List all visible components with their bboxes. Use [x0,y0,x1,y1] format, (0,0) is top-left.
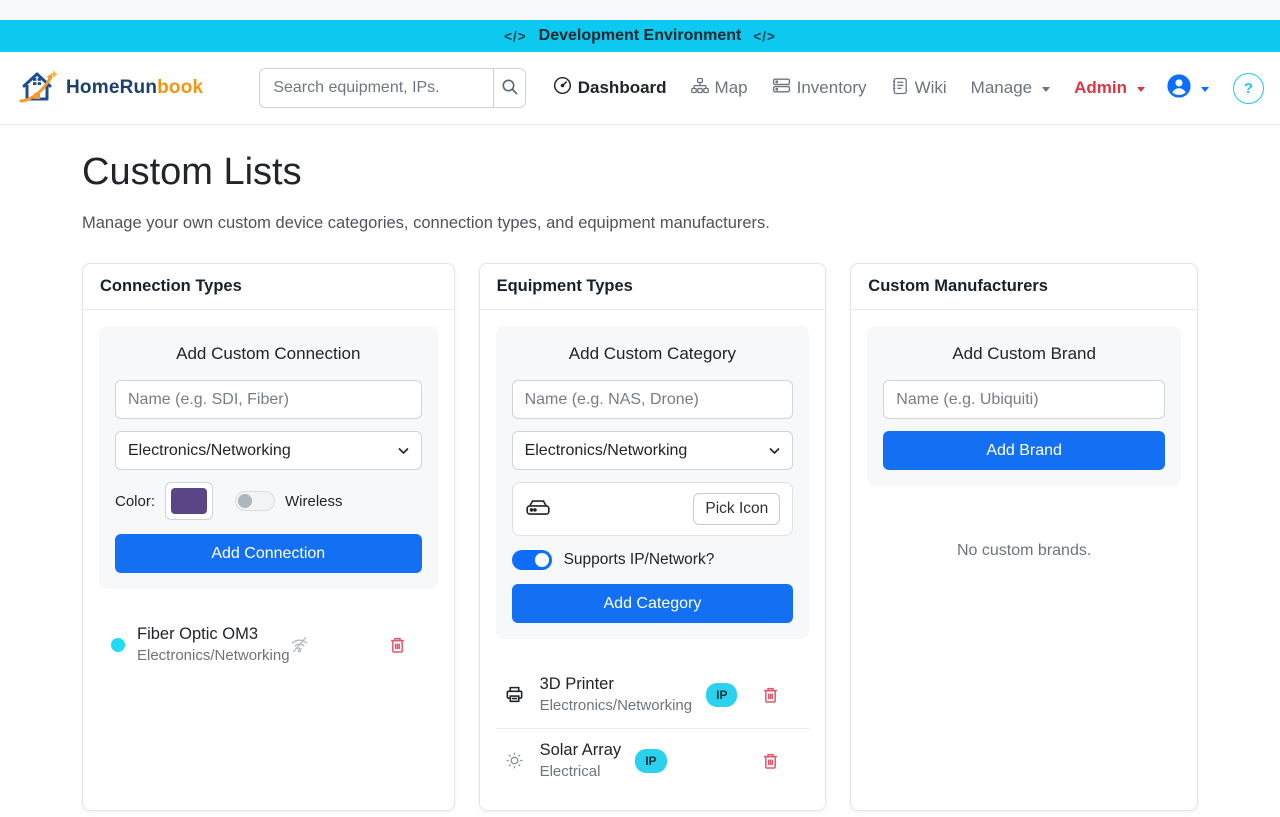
connection-name: Fiber Optic OM3 [137,625,290,644]
page-title: Custom Lists [82,151,1198,194]
connection-color-picker[interactable] [165,482,213,520]
connection-name-input[interactable] [115,380,422,419]
speedometer-icon [553,76,572,100]
search-input[interactable] [259,68,493,108]
form-title: Add Custom Category [512,344,794,364]
equipment-name: Solar Array [540,741,622,760]
chevron-down-icon [1042,87,1050,92]
stack-icon [772,76,791,100]
page-subtitle: Manage your own custom device categories… [82,214,1198,233]
chevron-down-icon [398,442,409,460]
no-brands-text: No custom brands. [867,542,1181,560]
navbar-search [259,68,526,108]
navbar: HomeRunbook Dashboard [0,52,1280,125]
add-connection-button[interactable]: Add Connection [115,534,422,573]
connection-types-card: Connection Types Add Custom Connection E… [82,263,455,811]
delete-category-button[interactable] [760,684,781,706]
pick-icon-button[interactable]: Pick Icon [693,493,780,525]
page-top-gap [0,0,1280,20]
wifi-slash-icon [290,635,309,654]
delete-category-button[interactable] [760,750,781,772]
nav-item-manage[interactable]: Manage [962,70,1059,106]
delete-connection-button[interactable] [387,634,408,656]
equipment-list-item: 3D Printer Electronics/Networking IP [496,663,810,728]
category-parent-select[interactable]: Electronics/Networking [512,431,794,470]
category-name-input[interactable] [512,380,794,419]
printer-icon [502,685,528,704]
search-button[interactable] [493,68,526,108]
equipment-category: Electronics/Networking [540,697,693,714]
add-brand-button[interactable]: Add Brand [883,431,1165,470]
add-category-button[interactable]: Add Category [512,584,794,623]
connection-category-select[interactable]: Electronics/Networking [115,431,422,470]
form-title: Add Custom Connection [115,344,422,364]
equipment-list: 3D Printer Electronics/Networking IP [496,663,810,794]
code-icon: </> [504,29,527,44]
brand-name-input[interactable] [883,380,1165,419]
custom-manufacturers-card: Custom Manufacturers Add Custom Brand Ad… [850,263,1198,811]
connection-color-dot [111,638,125,652]
equipment-types-card: Equipment Types Add Custom Category Elec… [479,263,827,811]
wireless-toggle[interactable] [235,491,275,511]
manufacturers-card-title: Custom Manufacturers [851,264,1197,310]
nav-item-dashboard[interactable]: Dashboard [544,68,676,108]
person-circle-icon [1166,73,1192,104]
equipment-card-title: Equipment Types [480,264,826,310]
hdd-icon [525,496,551,523]
icon-picker-row: Pick Icon [512,482,794,536]
wireless-label: Wireless [285,493,343,510]
equipment-list-item: Solar Array Electrical IP [496,728,810,794]
brand-name: HomeRunbook [66,77,203,99]
navbar-links: Dashboard Map [544,67,1264,110]
nav-item-map[interactable]: Map [682,69,757,108]
user-menu[interactable] [1160,67,1215,110]
select-value: Electronics/Networking [128,442,291,460]
nav-label: Admin [1074,78,1127,98]
color-swatch [171,488,207,514]
color-label: Color: [115,493,155,510]
nav-item-inventory[interactable]: Inventory [763,68,876,108]
search-icon [501,78,519,99]
trash-icon [389,642,406,657]
nav-item-admin[interactable]: Admin [1065,70,1154,106]
chevron-down-icon [1201,87,1209,92]
chevron-down-icon [1137,87,1145,92]
sun-icon [502,751,528,770]
connection-list-item: Fiber Optic OM3 Electronics/Networking [99,613,438,678]
connection-list: Fiber Optic OM3 Electronics/Networking [99,613,438,678]
select-value: Electronics/Networking [525,442,688,460]
code-icon: </> [753,29,776,44]
nav-label: Dashboard [578,78,667,98]
add-category-form: Add Custom Category Electronics/Networki… [496,326,810,639]
dev-banner-text: Development Environment [539,27,742,45]
dev-environment-banner: </> Development Environment </> [0,20,1280,52]
ip-badge: IP [635,749,666,773]
nav-label: Map [715,78,748,98]
form-title: Add Custom Brand [883,344,1165,364]
nav-label: Inventory [797,78,867,98]
supports-ip-toggle[interactable] [512,550,552,570]
home-logo-icon [16,66,60,111]
connection-card-title: Connection Types [83,264,454,310]
ip-badge: IP [706,683,737,707]
add-connection-form: Add Custom Connection Electronics/Networ… [99,326,438,589]
nav-label: Wiki [915,78,947,98]
journal-icon [891,77,909,100]
trash-icon [762,692,779,707]
supports-ip-label: Supports IP/Network? [564,551,715,569]
connection-category: Electronics/Networking [137,647,290,664]
nav-label: Manage [971,78,1032,98]
equipment-category: Electrical [540,763,622,780]
main-content: Custom Lists Manage your own custom devi… [0,125,1280,817]
help-button[interactable]: ? [1233,73,1264,104]
add-brand-form: Add Custom Brand Add Brand [867,326,1181,486]
sitemap-icon [691,77,709,100]
equipment-name: 3D Printer [540,675,693,694]
nav-item-wiki[interactable]: Wiki [882,69,956,108]
chevron-down-icon [769,442,780,460]
brand-logo[interactable]: HomeRunbook [16,66,203,111]
trash-icon [762,758,779,773]
